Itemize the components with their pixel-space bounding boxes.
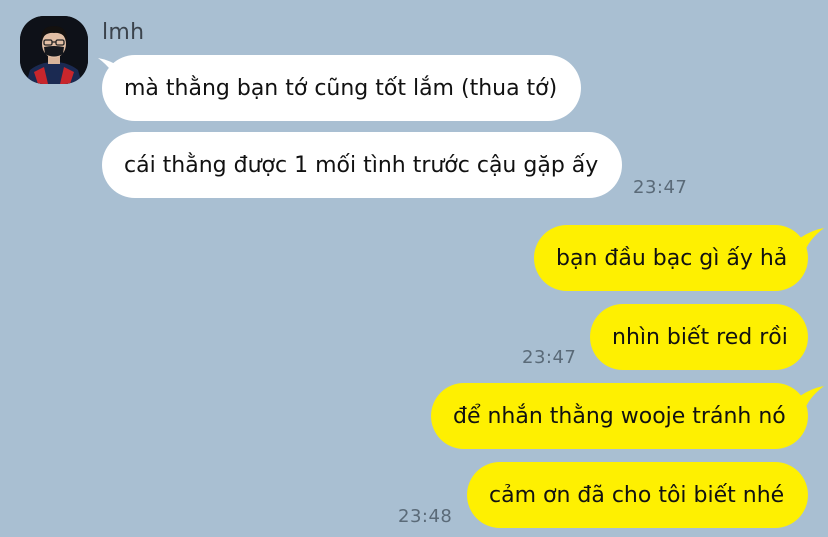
outgoing-message[interactable]: nhìn biết red rồi (590, 304, 808, 370)
message-text: để nhắn thằng wooje tránh nó (453, 403, 786, 429)
message-timestamp: 23:47 (633, 177, 688, 198)
outgoing-message[interactable]: bạn đầu bạc gì ấy hả (534, 225, 808, 291)
outgoing-message[interactable]: để nhắn thằng wooje tránh nó (431, 383, 808, 449)
message-text: bạn đầu bạc gì ấy hả (556, 245, 788, 271)
sender-name: lmh (102, 20, 145, 45)
incoming-message[interactable]: mà thằng bạn tớ cũng tốt lắm (thua tớ) (102, 55, 581, 121)
message-text: nhìn biết red rồi (612, 324, 788, 350)
message-text: cái thằng được 1 mối tình trước cậu gặp … (124, 152, 599, 178)
message-timestamp: 23:48 (398, 506, 453, 527)
message-text: mà thằng bạn tớ cũng tốt lắm (thua tớ) (124, 75, 558, 101)
outgoing-bubble-tail (800, 228, 824, 254)
outgoing-message[interactable]: cảm ơn đã cho tôi biết nhé (467, 462, 808, 528)
message-timestamp: 23:47 (522, 347, 577, 368)
incoming-message[interactable]: cái thằng được 1 mối tình trước cậu gặp … (102, 132, 622, 198)
outgoing-bubble-tail (800, 386, 824, 412)
sender-avatar[interactable] (20, 16, 88, 84)
message-text: cảm ơn đã cho tôi biết nhé (489, 482, 785, 508)
profile-photo-icon (20, 16, 88, 84)
